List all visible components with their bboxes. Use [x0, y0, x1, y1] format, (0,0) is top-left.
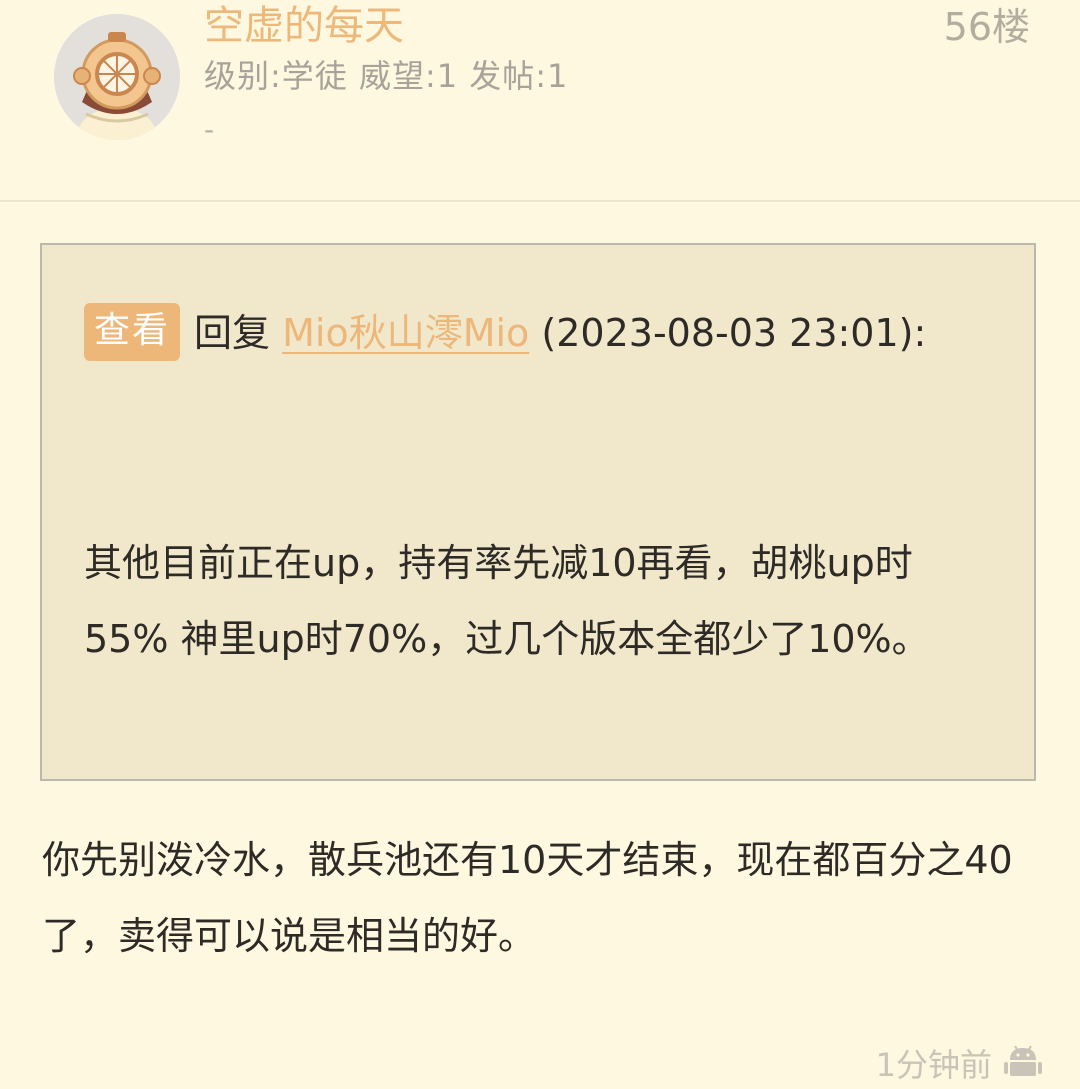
quoted-user-link[interactable]: Mio秋山澪Mio	[282, 311, 529, 355]
user-avatar[interactable]	[54, 14, 180, 140]
reply-label: 回复	[194, 311, 271, 355]
android-icon	[1004, 1044, 1042, 1089]
quote-block: 查看 回复 Mio秋山澪Mio (2023-08-03 23:01): 其他目前正…	[40, 243, 1036, 781]
post-footer: 1分钟前	[876, 1044, 1042, 1089]
quote-header: 查看 回复 Mio秋山澪Mio (2023-08-03 23:01):	[84, 293, 984, 373]
author-signature: -	[204, 113, 215, 146]
author-meta: 级别:学徒 威望:1 发帖:1	[204, 57, 569, 95]
diving-helmet-avatar-icon	[54, 14, 180, 140]
view-quote-button[interactable]: 查看	[84, 303, 181, 361]
post-header: 空虚的每天 级别:学徒 威望:1 发帖:1 - 56楼	[0, 0, 1080, 202]
floor-number: 56楼	[943, 5, 1030, 49]
quote-text: 其他目前正在up，持有率先减10再看，胡桃up时55% 神里up时70%，过几个…	[84, 541, 930, 661]
author-name[interactable]: 空虚的每天	[204, 2, 404, 50]
post-time: 1分钟前	[875, 1046, 992, 1084]
quote-timestamp: (2023-08-03 23:01):	[541, 311, 927, 355]
post-body: 你先别泼冷水，散兵池还有10天才结束，现在都百分之40了，卖得可以说是相当的好。	[42, 838, 1013, 958]
